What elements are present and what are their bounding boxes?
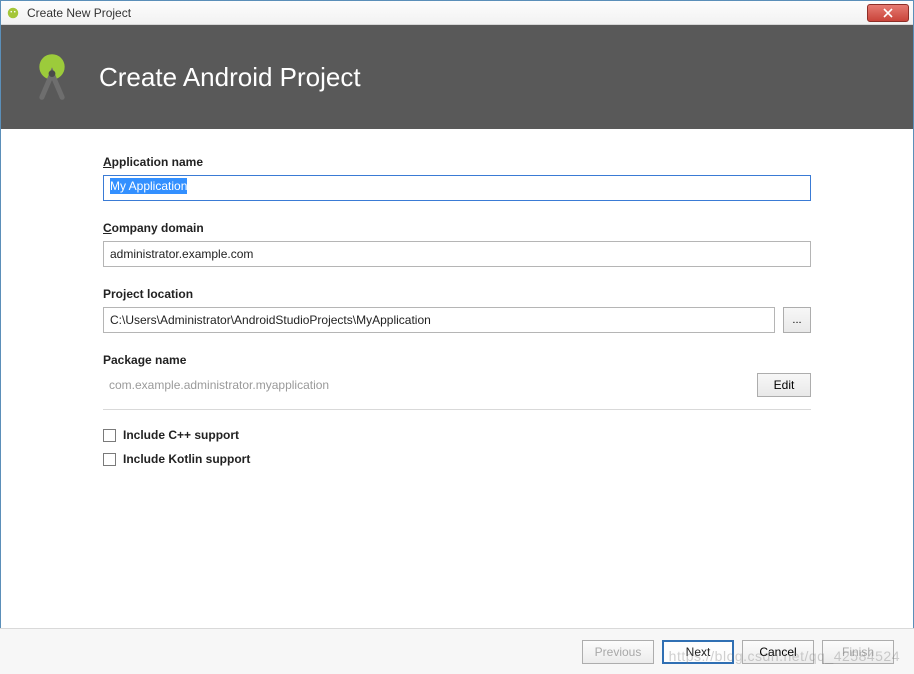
- next-button[interactable]: Next: [662, 640, 734, 664]
- finish-button: Finish: [822, 640, 894, 664]
- field-project-location: Project location ...: [103, 287, 811, 333]
- company-domain-input[interactable]: [103, 241, 811, 267]
- project-location-label: Project location: [103, 287, 811, 301]
- application-name-input[interactable]: My Application: [103, 175, 811, 201]
- window-title: Create New Project: [27, 6, 131, 20]
- field-package-name: Package name com.example.administrator.m…: [103, 353, 811, 397]
- field-application-name: Application name My Application: [103, 155, 811, 201]
- edit-package-button[interactable]: Edit: [757, 373, 811, 397]
- wizard-footer: Previous Next Cancel Finish: [0, 628, 914, 674]
- form-body: Application name My Application Company …: [1, 129, 913, 466]
- project-location-input[interactable]: [103, 307, 775, 333]
- divider: [103, 409, 811, 410]
- field-company-domain: Company domain: [103, 221, 811, 267]
- close-button[interactable]: [867, 4, 909, 22]
- checkbox-cpp-support[interactable]: Include C++ support: [103, 428, 811, 442]
- checkbox-kotlin-support[interactable]: Include Kotlin support: [103, 452, 811, 466]
- titlebar: Create New Project: [1, 1, 913, 25]
- package-name-value: com.example.administrator.myapplication: [103, 374, 749, 396]
- checkbox-box-icon: [103, 453, 116, 466]
- cancel-button[interactable]: Cancel: [742, 640, 814, 664]
- wizard-heading: Create Android Project: [99, 62, 361, 93]
- checkbox-box-icon: [103, 429, 116, 442]
- browse-location-button[interactable]: ...: [783, 307, 811, 333]
- previous-button: Previous: [582, 640, 654, 664]
- checkbox-cpp-label: Include C++ support: [123, 428, 239, 442]
- android-studio-logo-icon: [25, 50, 79, 104]
- app-icon: [5, 5, 21, 21]
- application-name-label: Application name: [103, 155, 811, 169]
- application-name-value: My Application: [110, 178, 187, 194]
- checkbox-kotlin-label: Include Kotlin support: [123, 452, 250, 466]
- company-domain-label: Company domain: [103, 221, 811, 235]
- package-name-label: Package name: [103, 353, 811, 367]
- wizard-banner: Create Android Project: [1, 25, 913, 129]
